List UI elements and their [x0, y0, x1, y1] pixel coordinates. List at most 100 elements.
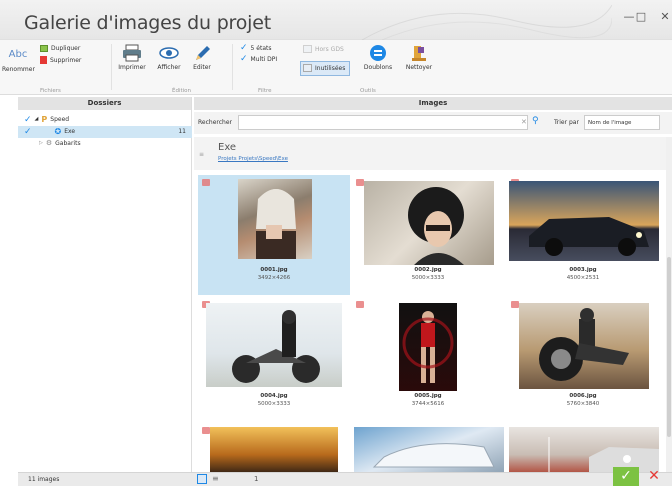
- group-fichiers: Fichiers: [40, 88, 61, 94]
- duplicate-label: Dupliquer: [51, 45, 81, 52]
- motorcycle-woman-image: [232, 310, 320, 383]
- image-card[interactable]: [507, 423, 659, 473]
- image-name: 0004.jpg: [260, 393, 288, 399]
- gabarits-icon: ⚙: [45, 139, 53, 147]
- tree-item-label: Exe: [64, 128, 76, 135]
- delete-button[interactable]: Supprimer: [40, 56, 81, 64]
- cancel-button[interactable]: ✕: [643, 467, 665, 486]
- filter-multi-dpi[interactable]: ✓ Multi DPI: [240, 54, 278, 64]
- filter-hors-gds[interactable]: Hors GDS: [303, 45, 344, 53]
- pencil-icon: [196, 46, 210, 60]
- scrollbar-thumb[interactable]: [667, 257, 671, 437]
- vertical-scrollbar[interactable]: [666, 137, 672, 472]
- image-name: 0002.jpg: [414, 267, 442, 273]
- tree-item-count: 11: [178, 128, 186, 135]
- check-icon: ✓: [240, 43, 248, 53]
- white-car-image: [372, 443, 495, 468]
- image-card[interactable]: 0003.jpg 4500×2531: [507, 175, 659, 295]
- car-image: [529, 217, 649, 256]
- image-size: 3744×5616: [411, 401, 445, 407]
- images-panel: Images Rechercher ✕ ⚲ Trier par Nom de l…: [194, 97, 672, 473]
- tree-item-label: Speed: [50, 116, 70, 123]
- tag-icon: [202, 179, 210, 186]
- search-bar: Rechercher ✕ ⚲ Trier par Nom de l'image: [194, 112, 672, 134]
- motorcycle-rider-image: [539, 308, 629, 381]
- sort-label: Trier par: [554, 119, 579, 126]
- group-outils: Outils: [360, 88, 376, 94]
- eye-icon: [159, 47, 179, 59]
- page-indicator: 1: [254, 475, 259, 483]
- helmet-woman-image: [408, 187, 464, 265]
- image-thumbnail: [354, 427, 504, 473]
- duplicate-button[interactable]: Dupliquer: [40, 45, 80, 52]
- image-size: 3492×4266: [257, 275, 291, 281]
- image-thumbnail: [364, 181, 494, 265]
- empty-check-box[interactable]: [24, 140, 32, 148]
- duplicates-icon: [370, 45, 386, 61]
- folder-name: Exe: [218, 142, 237, 153]
- search-label: Rechercher: [198, 119, 232, 126]
- image-size: 4500×2531: [566, 275, 600, 281]
- image-thumbnail: [519, 303, 649, 389]
- search-input[interactable]: [238, 115, 528, 130]
- image-card[interactable]: 0001.jpg 3492×4266: [198, 175, 350, 295]
- close-button[interactable]: ✕: [654, 8, 672, 26]
- tree-item-gabarits[interactable]: ▷ ⚙ Gabarits: [24, 138, 81, 149]
- image-size: 5760×3840: [566, 401, 600, 407]
- check-icon: ✓: [24, 126, 32, 137]
- status-bar: 11 images ≡ 1: [18, 472, 672, 486]
- image-size: 5000×3333: [411, 275, 445, 281]
- filter-inutilisees-icon: [303, 64, 312, 72]
- view-button[interactable]: Afficher: [152, 44, 186, 71]
- expand-arrow-icon: ◢: [34, 116, 39, 122]
- search-icon[interactable]: ⚲: [532, 116, 539, 126]
- image-card[interactable]: 0005.jpg 3744×5616: [352, 297, 504, 417]
- clean-button[interactable]: Nettoyer: [401, 44, 437, 71]
- ok-button[interactable]: ✓: [613, 467, 639, 486]
- image-card[interactable]: [198, 423, 350, 473]
- maximize-button[interactable]: □: [630, 8, 652, 26]
- group-filtre: Filtre: [258, 88, 272, 94]
- rename-button[interactable]: Abc Renommer: [2, 46, 35, 73]
- tree-item-exe[interactable]: ✓ ✪ Exe 11: [24, 126, 192, 137]
- check-icon: ✓: [240, 54, 248, 64]
- sort-select[interactable]: Nom de l'image: [584, 115, 660, 130]
- image-thumbnail: [210, 427, 338, 473]
- image-card[interactable]: [352, 423, 504, 473]
- tag-icon: [511, 301, 519, 308]
- image-card[interactable]: 0004.jpg 5000×3333: [198, 297, 350, 417]
- filter-multi-dpi-label: Multi DPI: [250, 55, 278, 63]
- image-card[interactable]: 0002.jpg 5000×3333: [352, 175, 504, 295]
- image-name: 0006.jpg: [569, 393, 597, 399]
- list-view-icon[interactable]: ≡: [212, 474, 219, 483]
- filter-inutilisees[interactable]: Inutilisées: [303, 64, 345, 72]
- folder-header: ≡ Exe Projets Projets\Speed\Exe: [194, 137, 672, 170]
- printer-icon: [123, 44, 141, 62]
- rename-label: Renommer: [2, 66, 35, 73]
- image-thumbnail: [238, 179, 312, 259]
- tree-item-speed[interactable]: ✓ ◢ P Speed: [24, 114, 69, 125]
- duplicates-button[interactable]: Doublons: [360, 44, 396, 71]
- image-thumbnail: [206, 303, 342, 387]
- project-icon: P: [41, 115, 48, 124]
- grid-view-icon[interactable]: [197, 474, 207, 484]
- folders-header: Dossiers: [18, 97, 191, 110]
- duplicate-icon: [40, 45, 48, 52]
- title-decoration: [361, 4, 612, 40]
- filter-hors-gds-label: Hors GDS: [315, 45, 344, 53]
- image-thumbnail: [509, 181, 659, 261]
- tag-icon: [356, 179, 364, 186]
- edit-button[interactable]: Editer: [188, 44, 216, 71]
- filter-5-etats[interactable]: ✓ 5 états: [240, 43, 271, 53]
- window-title: Galerie d'images du projet: [24, 12, 271, 34]
- filter-inutilisees-label: Inutilisées: [315, 64, 346, 72]
- clear-icon[interactable]: ✕: [521, 118, 527, 126]
- image-name: 0001.jpg: [260, 267, 288, 273]
- edit-label: Editer: [193, 64, 211, 71]
- folder-path[interactable]: Projets Projets\Speed\Exe: [218, 156, 288, 162]
- ribbon-separator: [232, 44, 233, 90]
- collapse-icon[interactable]: ≡: [199, 151, 204, 158]
- clean-label: Nettoyer: [405, 64, 433, 71]
- print-button[interactable]: Imprimer: [115, 44, 149, 71]
- image-card[interactable]: 0006.jpg 5760×3840: [507, 297, 659, 417]
